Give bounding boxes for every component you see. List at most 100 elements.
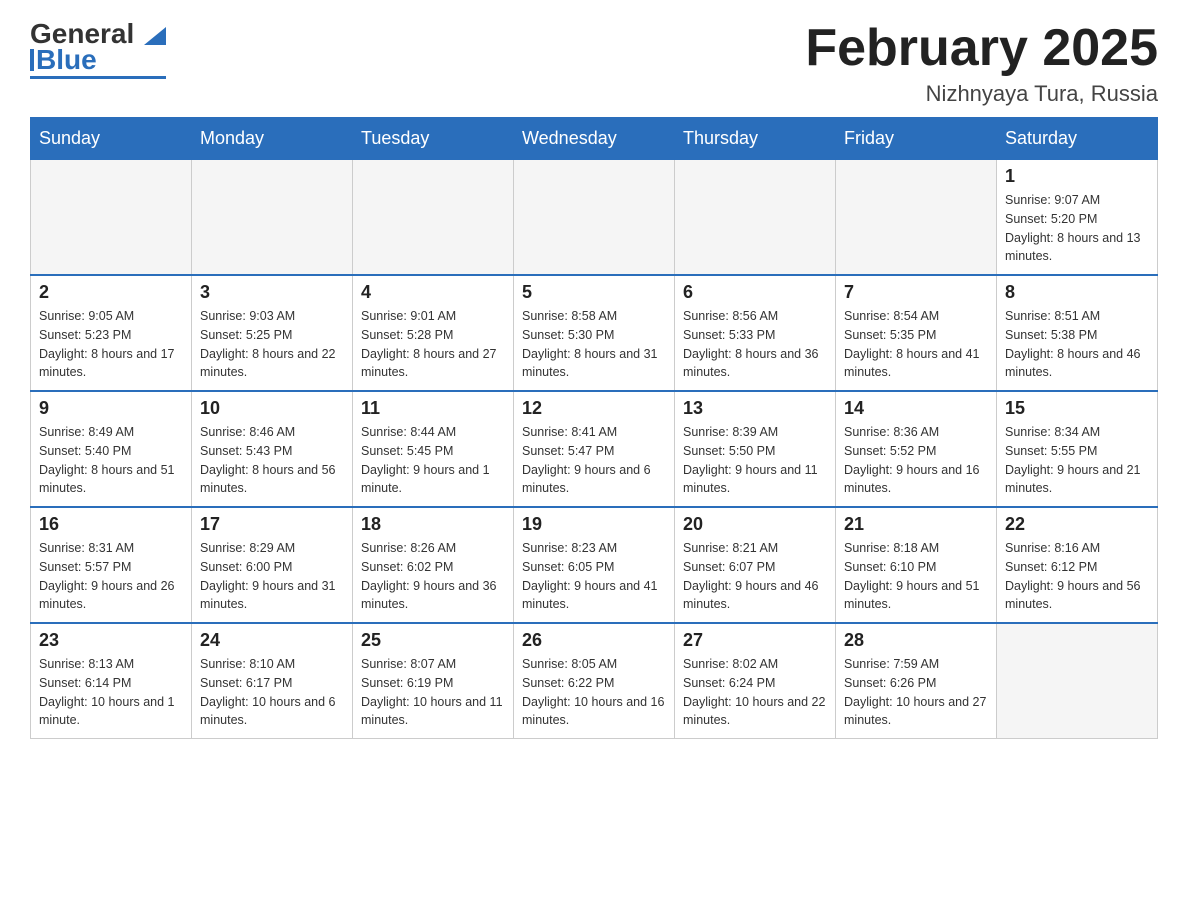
header-saturday: Saturday: [997, 118, 1158, 160]
calendar-cell: [31, 160, 192, 276]
day-info: Sunrise: 9:07 AMSunset: 5:20 PMDaylight:…: [1005, 191, 1149, 266]
calendar-cell: 25 Sunrise: 8:07 AMSunset: 6:19 PMDayligh…: [353, 623, 514, 739]
day-info: Sunrise: 7:59 AMSunset: 6:26 PMDaylight:…: [844, 655, 988, 730]
day-info: Sunrise: 8:31 AMSunset: 5:57 PMDaylight:…: [39, 539, 183, 614]
day-number: 10: [200, 398, 344, 419]
day-number: 7: [844, 282, 988, 303]
header-sunday: Sunday: [31, 118, 192, 160]
day-number: 2: [39, 282, 183, 303]
day-number: 15: [1005, 398, 1149, 419]
calendar-cell: 27 Sunrise: 8:02 AMSunset: 6:24 PMDayligh…: [675, 623, 836, 739]
day-number: 3: [200, 282, 344, 303]
day-info: Sunrise: 8:26 AMSunset: 6:02 PMDaylight:…: [361, 539, 505, 614]
calendar-cell: 17Sunrise: 8:29 AMSunset: 6:00 PMDayligh…: [192, 507, 353, 623]
header-wednesday: Wednesday: [514, 118, 675, 160]
header-thursday: Thursday: [675, 118, 836, 160]
month-title: February 2025: [805, 20, 1158, 77]
day-number: 14: [844, 398, 988, 419]
day-number: 4: [361, 282, 505, 303]
page-header: General Blue February 2025 Nizhnyaya Tur…: [30, 20, 1158, 107]
day-info: Sunrise: 8:05 AMSunset: 6:22 PMDaylight:…: [522, 655, 666, 730]
calendar-cell: 13 Sunrise: 8:39 AMSunset: 5:50 PMDayligh…: [675, 391, 836, 507]
header-tuesday: Tuesday: [353, 118, 514, 160]
calendar-cell: 26 Sunrise: 8:05 AMSunset: 6:22 PMDayligh…: [514, 623, 675, 739]
logo: General Blue: [30, 20, 166, 79]
day-info: Sunrise: 8:51 AMSunset: 5:38 PMDaylight:…: [1005, 307, 1149, 382]
header-monday: Monday: [192, 118, 353, 160]
calendar-cell: [997, 623, 1158, 739]
day-number: 17: [200, 514, 344, 535]
calendar-cell: 12Sunrise: 8:41 AMSunset: 5:47 PMDayligh…: [514, 391, 675, 507]
calendar-cell: 21 Sunrise: 8:18 AMSunset: 6:10 PMDayligh…: [836, 507, 997, 623]
day-number: 24: [200, 630, 344, 651]
day-number: 26: [522, 630, 666, 651]
calendar-cell: 19Sunrise: 8:23 AMSunset: 6:05 PMDayligh…: [514, 507, 675, 623]
calendar-cell: [514, 160, 675, 276]
calendar-cell: 6 Sunrise: 8:56 AMSunset: 5:33 PMDaylight…: [675, 275, 836, 391]
calendar-cell: 7 Sunrise: 8:54 AMSunset: 5:35 PMDaylight…: [836, 275, 997, 391]
day-number: 18: [361, 514, 505, 535]
day-info: Sunrise: 8:16 AMSunset: 6:12 PMDaylight:…: [1005, 539, 1149, 614]
day-number: 9: [39, 398, 183, 419]
calendar-cell: [836, 160, 997, 276]
calendar-cell: 10 Sunrise: 8:46 AMSunset: 5:43 PMDayligh…: [192, 391, 353, 507]
title-section: February 2025 Nizhnyaya Tura, Russia: [805, 20, 1158, 107]
day-number: 11: [361, 398, 505, 419]
day-number: 12: [522, 398, 666, 419]
day-number: 22: [1005, 514, 1149, 535]
calendar-cell: 11 Sunrise: 8:44 AMSunset: 5:45 PMDayligh…: [353, 391, 514, 507]
day-info: Sunrise: 9:01 AMSunset: 5:28 PMDaylight:…: [361, 307, 505, 382]
day-info: Sunrise: 9:05 AMSunset: 5:23 PMDaylight:…: [39, 307, 183, 382]
day-info: Sunrise: 8:44 AMSunset: 5:45 PMDaylight:…: [361, 423, 505, 498]
logo-blue-text: Blue: [36, 46, 97, 74]
day-number: 13: [683, 398, 827, 419]
day-info: Sunrise: 8:58 AMSunset: 5:30 PMDaylight:…: [522, 307, 666, 382]
day-number: 28: [844, 630, 988, 651]
day-info: Sunrise: 8:18 AMSunset: 6:10 PMDaylight:…: [844, 539, 988, 614]
calendar-cell: [192, 160, 353, 276]
calendar-cell: 8 Sunrise: 8:51 AMSunset: 5:38 PMDaylight…: [997, 275, 1158, 391]
calendar-cell: 4 Sunrise: 9:01 AMSunset: 5:28 PMDaylight…: [353, 275, 514, 391]
calendar-cell: 5Sunrise: 8:58 AMSunset: 5:30 PMDaylight…: [514, 275, 675, 391]
day-number: 6: [683, 282, 827, 303]
calendar-cell: [353, 160, 514, 276]
day-info: Sunrise: 8:54 AMSunset: 5:35 PMDaylight:…: [844, 307, 988, 382]
day-number: 19: [522, 514, 666, 535]
day-info: Sunrise: 8:39 AMSunset: 5:50 PMDaylight:…: [683, 423, 827, 498]
day-info: Sunrise: 8:34 AMSunset: 5:55 PMDaylight:…: [1005, 423, 1149, 498]
day-info: Sunrise: 8:36 AMSunset: 5:52 PMDaylight:…: [844, 423, 988, 498]
calendar-week-row: 1 Sunrise: 9:07 AMSunset: 5:20 PMDaylight…: [31, 160, 1158, 276]
calendar-cell: 1 Sunrise: 9:07 AMSunset: 5:20 PMDaylight…: [997, 160, 1158, 276]
calendar-cell: 28 Sunrise: 7:59 AMSunset: 6:26 PMDayligh…: [836, 623, 997, 739]
calendar-cell: 9 Sunrise: 8:49 AMSunset: 5:40 PMDaylight…: [31, 391, 192, 507]
location-text: Nizhnyaya Tura, Russia: [805, 81, 1158, 107]
header-friday: Friday: [836, 118, 997, 160]
day-info: Sunrise: 8:46 AMSunset: 5:43 PMDaylight:…: [200, 423, 344, 498]
calendar-cell: 20Sunrise: 8:21 AMSunset: 6:07 PMDayligh…: [675, 507, 836, 623]
calendar-week-row: 9 Sunrise: 8:49 AMSunset: 5:40 PMDaylight…: [31, 391, 1158, 507]
day-number: 21: [844, 514, 988, 535]
day-info: Sunrise: 8:07 AMSunset: 6:19 PMDaylight:…: [361, 655, 505, 730]
calendar-cell: 24 Sunrise: 8:10 AMSunset: 6:17 PMDayligh…: [192, 623, 353, 739]
calendar-cell: 2 Sunrise: 9:05 AMSunset: 5:23 PMDaylight…: [31, 275, 192, 391]
day-number: 16: [39, 514, 183, 535]
calendar-header-row: Sunday Monday Tuesday Wednesday Thursday…: [31, 118, 1158, 160]
day-info: Sunrise: 8:13 AMSunset: 6:14 PMDaylight:…: [39, 655, 183, 730]
day-info: Sunrise: 8:56 AMSunset: 5:33 PMDaylight:…: [683, 307, 827, 382]
calendar-cell: [675, 160, 836, 276]
day-number: 1: [1005, 166, 1149, 187]
day-info: Sunrise: 8:21 AMSunset: 6:07 PMDaylight:…: [683, 539, 827, 614]
day-info: Sunrise: 8:49 AMSunset: 5:40 PMDaylight:…: [39, 423, 183, 498]
calendar-cell: 3Sunrise: 9:03 AMSunset: 5:25 PMDaylight…: [192, 275, 353, 391]
calendar-week-row: 23Sunrise: 8:13 AMSunset: 6:14 PMDayligh…: [31, 623, 1158, 739]
day-info: Sunrise: 8:02 AMSunset: 6:24 PMDaylight:…: [683, 655, 827, 730]
calendar-week-row: 16 Sunrise: 8:31 AMSunset: 5:57 PMDayligh…: [31, 507, 1158, 623]
day-info: Sunrise: 8:10 AMSunset: 6:17 PMDaylight:…: [200, 655, 344, 730]
day-number: 8: [1005, 282, 1149, 303]
day-number: 27: [683, 630, 827, 651]
day-number: 25: [361, 630, 505, 651]
calendar-cell: 15 Sunrise: 8:34 AMSunset: 5:55 PMDayligh…: [997, 391, 1158, 507]
calendar-cell: 14 Sunrise: 8:36 AMSunset: 5:52 PMDayligh…: [836, 391, 997, 507]
calendar-table: Sunday Monday Tuesday Wednesday Thursday…: [30, 117, 1158, 739]
calendar-cell: 16 Sunrise: 8:31 AMSunset: 5:57 PMDayligh…: [31, 507, 192, 623]
